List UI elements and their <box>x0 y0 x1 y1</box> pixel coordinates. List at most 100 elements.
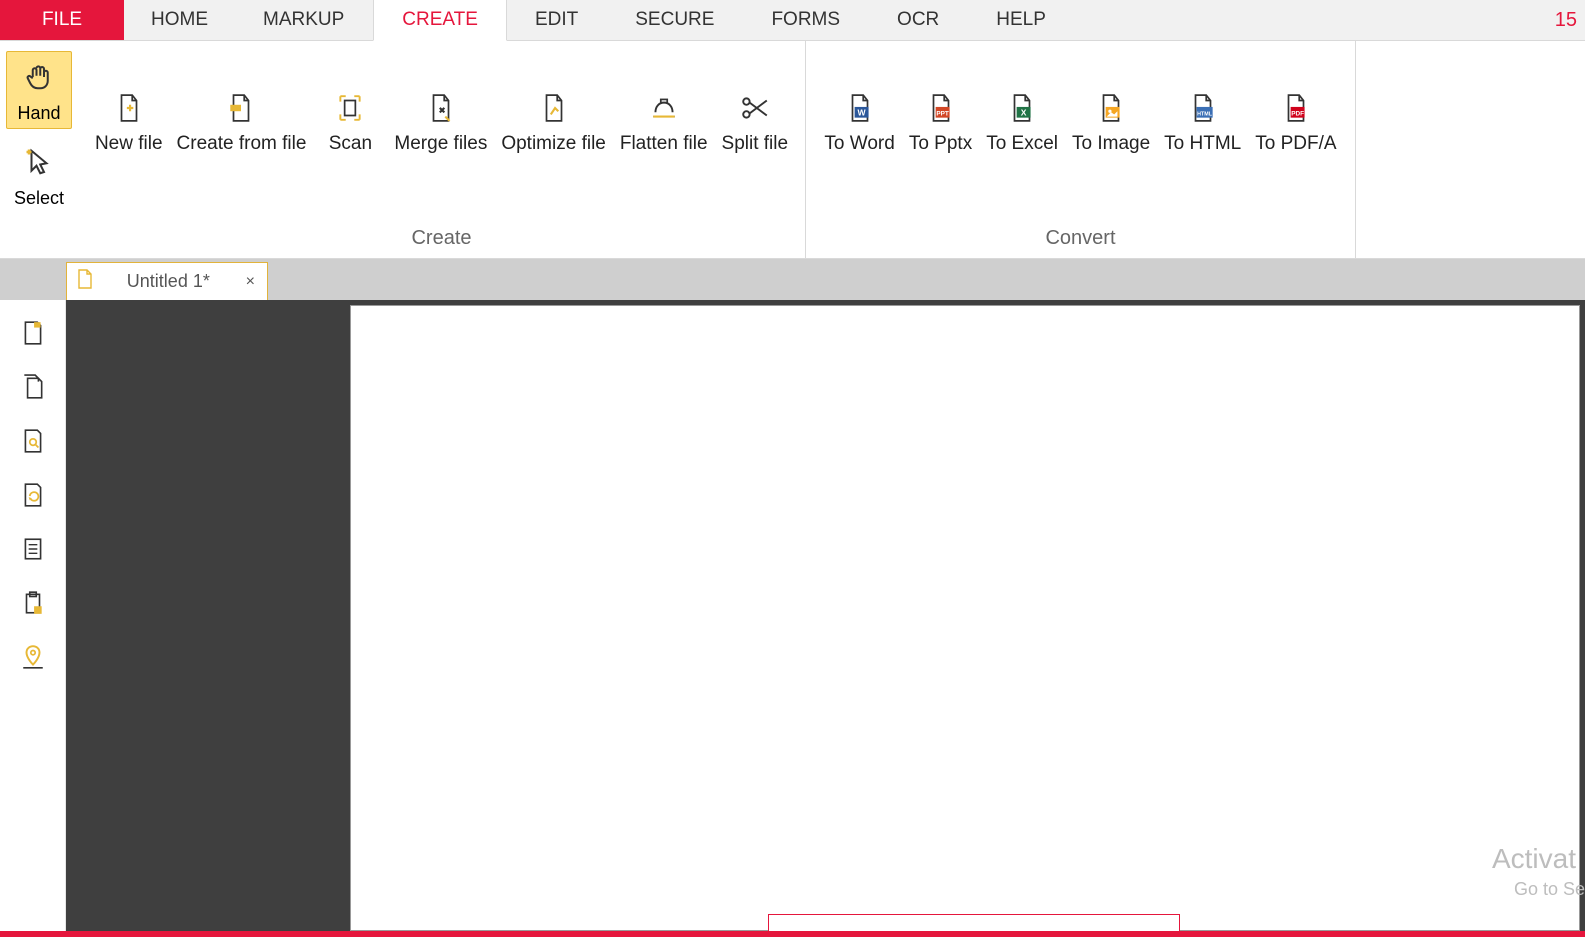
left-tools: Hand Select <box>0 41 78 258</box>
geo-panel-button[interactable] <box>18 644 48 674</box>
flatten-file-button[interactable]: Flatten file <box>620 93 708 155</box>
hand-tool-label: Hand <box>17 103 60 124</box>
scan-icon <box>335 93 365 123</box>
to-pdfa-icon: PDF <box>1281 93 1311 123</box>
tab-secure[interactable]: SECURE <box>607 0 743 40</box>
optimize-file-button[interactable]: Optimize file <box>501 93 606 155</box>
tab-home[interactable]: HOME <box>125 0 235 40</box>
optimize-file-label: Optimize file <box>501 133 606 155</box>
to-word-label: To Word <box>824 133 894 155</box>
clipboard-panel-button[interactable] <box>18 590 48 620</box>
tab-create[interactable]: CREATE <box>373 0 507 41</box>
thumbnail-gutter <box>66 300 350 931</box>
to-image-label: To Image <box>1072 133 1150 155</box>
pages-icon <box>21 374 45 405</box>
merge-files-button[interactable]: Merge files <box>394 93 487 155</box>
to-html-icon: HTML <box>1188 93 1218 123</box>
hand-icon <box>24 62 54 97</box>
document-tab-title: Untitled 1* <box>103 271 234 292</box>
create-from-file-label: Create from file <box>177 133 307 155</box>
rotate-panel-button[interactable] <box>18 482 48 512</box>
tab-file-label: FILE <box>42 9 82 31</box>
scan-button[interactable]: Scan <box>320 93 380 155</box>
split-file-icon <box>740 93 770 123</box>
split-file-button[interactable]: Split file <box>722 93 789 155</box>
svg-text:X: X <box>1021 108 1027 118</box>
search-page-icon <box>21 428 45 459</box>
svg-text:PDF: PDF <box>1291 111 1304 118</box>
tab-forms-label: FORMS <box>771 9 840 31</box>
to-pdfa-button[interactable]: PDF To PDF/A <box>1255 93 1336 155</box>
convert-group-label: Convert <box>806 227 1355 250</box>
flatten-file-icon <box>649 93 679 123</box>
workspace: Activat Go to Se <box>0 300 1585 931</box>
trial-days-counter: 15 <box>1555 0 1577 41</box>
new-file-icon <box>114 93 144 123</box>
svg-text:PPT: PPT <box>936 111 949 118</box>
geo-pin-icon <box>21 644 45 675</box>
tab-file[interactable]: FILE <box>0 0 125 40</box>
to-word-icon: W <box>845 93 875 123</box>
clipboard-icon <box>21 590 45 621</box>
svg-text:HTML: HTML <box>1197 112 1213 118</box>
to-html-button[interactable]: HTML To HTML <box>1164 93 1241 155</box>
search-panel-button[interactable] <box>18 428 48 458</box>
convert-group-items: W To Word PPT To Pptx X To Excel To Imag… <box>806 93 1355 155</box>
document-tab[interactable]: Untitled 1* × <box>66 262 268 300</box>
tab-edit-label: EDIT <box>535 9 578 31</box>
document-icon <box>77 269 93 294</box>
split-file-label: Split file <box>722 133 789 155</box>
to-word-button[interactable]: W To Word <box>824 93 894 155</box>
tab-ocr[interactable]: OCR <box>869 0 968 40</box>
trial-days-value: 15 <box>1555 9 1577 32</box>
svg-text:W: W <box>857 108 866 118</box>
to-pdfa-label: To PDF/A <box>1255 133 1336 155</box>
select-tool-label: Select <box>14 188 64 209</box>
to-pptx-icon: PPT <box>926 93 956 123</box>
thumbnails-panel-button[interactable] <box>18 320 48 350</box>
outline-icon <box>21 536 45 567</box>
optimize-file-icon <box>539 93 569 123</box>
create-group-label: Create <box>78 227 805 250</box>
document-page[interactable] <box>350 305 1580 931</box>
ribbon: Hand Select New file Create from file Sc… <box>0 41 1585 259</box>
scan-label: Scan <box>329 133 372 155</box>
tab-secure-label: SECURE <box>635 9 714 31</box>
to-pptx-button[interactable]: PPT To Pptx <box>909 93 972 155</box>
hand-tool-button[interactable]: Hand <box>6 51 72 129</box>
document-tab-close[interactable]: × <box>244 273 257 291</box>
pages-panel-button[interactable] <box>18 374 48 404</box>
tab-edit[interactable]: EDIT <box>507 0 607 40</box>
to-pptx-label: To Pptx <box>909 133 972 155</box>
tab-forms[interactable]: FORMS <box>743 0 869 40</box>
to-excel-label: To Excel <box>986 133 1058 155</box>
side-panel-toolbar <box>0 300 66 931</box>
to-excel-icon: X <box>1007 93 1037 123</box>
tab-create-label: CREATE <box>402 9 478 31</box>
rotate-icon <box>21 482 45 513</box>
document-area: Activat Go to Se <box>66 300 1585 931</box>
select-tool-button[interactable]: Select <box>6 137 72 213</box>
to-image-button[interactable]: To Image <box>1072 93 1150 155</box>
cursor-icon <box>24 147 54 182</box>
tab-markup-label: MARKUP <box>263 9 344 31</box>
to-html-label: To HTML <box>1164 133 1241 155</box>
tab-help[interactable]: HELP <box>968 0 1075 40</box>
ribbon-group-convert: W To Word PPT To Pptx X To Excel To Imag… <box>806 41 1356 258</box>
flatten-file-label: Flatten file <box>620 133 708 155</box>
create-from-file-button[interactable]: Create from file <box>177 93 307 155</box>
new-file-button[interactable]: New file <box>95 93 163 155</box>
bottom-accent-bar <box>0 931 1585 937</box>
new-file-label: New file <box>95 133 163 155</box>
outline-panel-button[interactable] <box>18 536 48 566</box>
merge-files-icon <box>426 93 456 123</box>
to-excel-button[interactable]: X To Excel <box>986 93 1058 155</box>
menubar: FILE HOME MARKUP CREATE EDIT SECURE FORM… <box>0 0 1585 41</box>
merge-files-label: Merge files <box>394 133 487 155</box>
status-tooltip-fragment <box>768 914 1180 932</box>
tab-markup[interactable]: MARKUP <box>235 0 373 40</box>
tab-home-label: HOME <box>151 9 208 31</box>
to-image-icon <box>1096 93 1126 123</box>
create-group-items: New file Create from file Scan Merge fil… <box>78 93 805 155</box>
tab-ocr-label: OCR <box>897 9 939 31</box>
